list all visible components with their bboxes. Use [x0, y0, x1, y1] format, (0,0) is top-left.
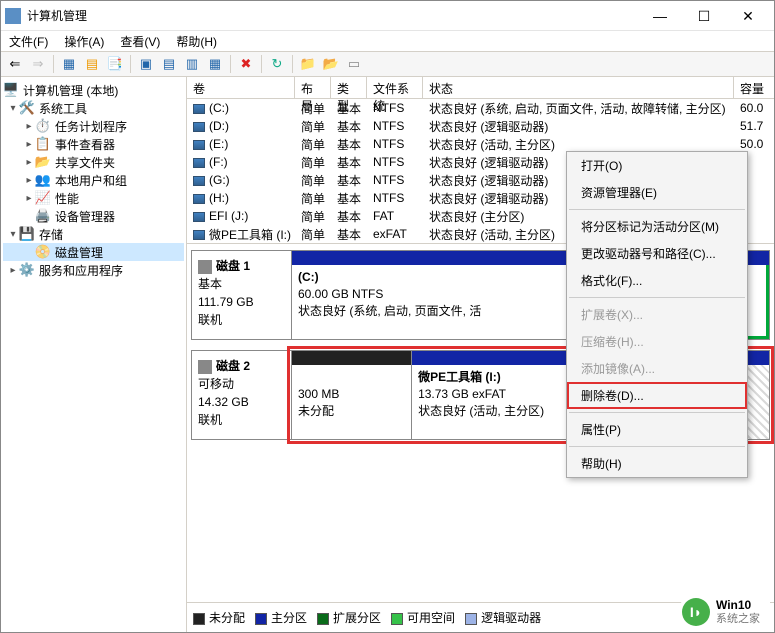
col-volume[interactable]: 卷 [187, 77, 295, 98]
menu-view[interactable]: 查看(V) [116, 31, 164, 52]
col-layout[interactable]: 布局 [295, 77, 331, 98]
disk3-button[interactable]: ▭ [344, 54, 364, 74]
col-status[interactable]: 状态 [423, 77, 734, 98]
minimize-button[interactable]: — [638, 2, 682, 30]
close-button[interactable]: ✕ [726, 2, 770, 30]
delete-button[interactable]: ✖ [236, 54, 256, 74]
list2-button[interactable]: ▤ [159, 54, 179, 74]
tree-eventviewer[interactable]: ▸📋事件查看器 [3, 135, 184, 153]
menu-file[interactable]: 文件(F) [5, 31, 52, 52]
tree-pane: 🖥️计算机管理 (本地) ▾🛠️系统工具 ▸⏱️任务计划程序 ▸📋事件查看器 ▸… [1, 77, 187, 632]
tree-systools[interactable]: ▾🛠️系统工具 [3, 99, 184, 117]
watermark-logo-icon: I◗ [682, 598, 710, 626]
disk1-button[interactable]: 📁 [298, 54, 318, 74]
forward-button[interactable]: ⇒ [28, 54, 48, 74]
view-button[interactable]: ▦ [59, 54, 79, 74]
app-icon [5, 8, 21, 24]
tree-storage[interactable]: ▾💾存储 [3, 225, 184, 243]
col-fs[interactable]: 文件系统 [367, 77, 423, 98]
tree-shared[interactable]: ▸📂共享文件夹 [3, 153, 184, 171]
disk2-button[interactable]: 📂 [321, 54, 341, 74]
tree-services[interactable]: ▸⚙️服务和应用程序 [3, 261, 184, 279]
ctx-open[interactable]: 打开(O) [567, 152, 747, 179]
menubar: 文件(F) 操作(A) 查看(V) 帮助(H) [1, 31, 774, 51]
tree-diskmgmt[interactable]: 📀磁盘管理 [3, 243, 184, 261]
col-type[interactable]: 类型 [331, 77, 367, 98]
ctx-change-drive[interactable]: 更改驱动器号和路径(C)... [567, 240, 747, 267]
volume-row[interactable]: (D:)简单基本NTFS状态良好 (逻辑驱动器)51.7 [187, 117, 774, 135]
detail-button[interactable]: ▤ [82, 54, 102, 74]
ctx-help[interactable]: 帮助(H) [567, 450, 747, 477]
watermark: I◗ Win10系统之家 [678, 596, 770, 628]
window-title: 计算机管理 [27, 7, 638, 24]
col-cap[interactable]: 容量 [734, 77, 774, 98]
disk2-unallocated[interactable]: 300 MB 未分配 [292, 351, 412, 439]
refresh-button[interactable]: 📑 [105, 54, 125, 74]
menu-action[interactable]: 操作(A) [60, 31, 108, 52]
ctx-format[interactable]: 格式化(F)... [567, 267, 747, 294]
disk-2-label[interactable]: 磁盘 2 可移动 14.32 GB 联机 [192, 351, 292, 439]
menu-help[interactable]: 帮助(H) [172, 31, 221, 52]
ctx-mirror: 添加镜像(A)... [567, 355, 747, 382]
maximize-button[interactable]: ☐ [682, 2, 726, 30]
tree-users[interactable]: ▸👥本地用户和组 [3, 171, 184, 189]
disk-icon [198, 260, 212, 274]
list3-button[interactable]: ▥ [182, 54, 202, 74]
ctx-shrink: 压缩卷(H)... [567, 328, 747, 355]
tree-devmgr[interactable]: 🖨️设备管理器 [3, 207, 184, 225]
ctx-properties[interactable]: 属性(P) [567, 416, 747, 443]
toolbar: ⇐ ⇒ ▦ ▤ 📑 ▣ ▤ ▥ ▦ ✖ ↻ 📁 📂 ▭ [1, 51, 774, 77]
list4-button[interactable]: ▦ [205, 54, 225, 74]
back-button[interactable]: ⇐ [5, 54, 25, 74]
disk-1-label[interactable]: 磁盘 1 基本 111.79 GB 联机 [192, 251, 292, 339]
ctx-delete-volume[interactable]: 删除卷(D)... [567, 382, 747, 409]
ctx-extend: 扩展卷(X)... [567, 301, 747, 328]
volume-row[interactable]: (C:)简单基本NTFS状态良好 (系统, 启动, 页面文件, 活动, 故障转储… [187, 99, 774, 117]
list1-button[interactable]: ▣ [136, 54, 156, 74]
context-menu: 打开(O) 资源管理器(E) 将分区标记为活动分区(M) 更改驱动器号和路径(C… [566, 151, 748, 478]
refresh2-button[interactable]: ↻ [267, 54, 287, 74]
titlebar: 计算机管理 — ☐ ✕ [1, 1, 774, 31]
ctx-mark-active[interactable]: 将分区标记为活动分区(M) [567, 213, 747, 240]
ctx-explorer[interactable]: 资源管理器(E) [567, 179, 747, 206]
tree-perf[interactable]: ▸📈性能 [3, 189, 184, 207]
tree-scheduler[interactable]: ▸⏱️任务计划程序 [3, 117, 184, 135]
tree-root[interactable]: 🖥️计算机管理 (本地) [3, 81, 184, 99]
disk-icon [198, 360, 212, 374]
